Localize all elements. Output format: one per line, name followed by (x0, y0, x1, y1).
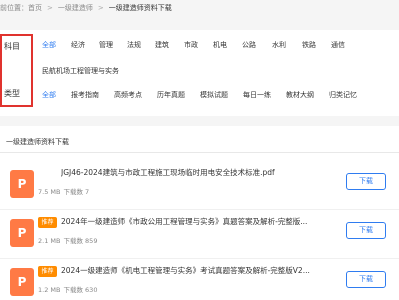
type-option-daily-practice[interactable]: 每日一练 (243, 90, 271, 100)
pdf-file-icon: P (10, 268, 34, 296)
subject-option-all[interactable]: 全部 (42, 40, 56, 50)
subject-option-construction[interactable]: 建筑 (155, 40, 169, 50)
type-option-mock-exams[interactable]: 模拟试题 (200, 90, 228, 100)
file-list-item: P 推荐 2024一级建造师《机电工程管理与实务》考试真题答案及解析-完整版V2… (0, 264, 399, 300)
download-count: 下载数 859 (63, 237, 98, 245)
breadcrumb-level1[interactable]: 一级建造师 (58, 0, 93, 17)
file-meta: 1.2 MB 下载数 630 (38, 284, 97, 294)
subject-option-law[interactable]: 法规 (127, 40, 141, 50)
item-divider (0, 209, 399, 210)
type-label: 类型 (4, 89, 20, 98)
type-option-past-exams[interactable]: 历年真题 (157, 90, 185, 100)
recommended-badge: 推荐 (38, 266, 57, 277)
file-size: 2.1 MB (38, 237, 61, 245)
breadcrumb: 前位置：首页 > 一级建造师 > 一级建造师资料下载 (0, 0, 399, 17)
subject-option-airport[interactable]: 民航机场工程管理与实务 (42, 66, 119, 76)
section-divider (0, 116, 399, 126)
pdf-file-icon: P (10, 219, 34, 247)
breadcrumb-current: 一级建造师资料下载 (108, 4, 172, 12)
file-size: 1.2 MB (38, 286, 61, 294)
section-title: 一级建造师资料下载 (6, 138, 69, 146)
breadcrumb-separator: > (47, 4, 53, 12)
file-meta: 2.1 MB 下载数 859 (38, 235, 97, 245)
pdf-file-icon: P (10, 170, 34, 198)
breadcrumb-location[interactable]: 前位置：首页 (0, 0, 42, 17)
type-option-guide[interactable]: 报考指南 (71, 90, 99, 100)
subject-label: 科目 (4, 42, 20, 51)
file-name-link[interactable]: 2024一级建造师《机电工程管理与实务》考试真题答案及解析-完整版V2... (61, 265, 331, 276)
subject-option-mechanical[interactable]: 机电 (213, 40, 227, 50)
item-divider (0, 258, 399, 259)
file-size: 7.5 MB (38, 188, 61, 196)
type-option-syllabus[interactable]: 教材大纲 (286, 90, 314, 100)
subject-option-railway[interactable]: 铁路 (302, 40, 316, 50)
file-list-item: P JGJ46-2024建筑与市政工程施工现场临时用电安全技术标准.pdf 7.… (0, 166, 399, 210)
download-button[interactable]: 下载 (346, 222, 386, 239)
subject-option-economy[interactable]: 经济 (71, 40, 85, 50)
type-option-memory[interactable]: 归类记忆 (329, 90, 357, 100)
file-meta: 7.5 MB 下载数 7 (38, 186, 89, 196)
type-option-all[interactable]: 全部 (42, 90, 56, 100)
subject-option-management[interactable]: 管理 (99, 40, 113, 50)
breadcrumb-separator: > (97, 4, 104, 12)
subject-option-highway[interactable]: 公路 (242, 40, 256, 50)
subject-option-telecom[interactable]: 通信 (331, 40, 345, 50)
download-count: 下载数 630 (63, 286, 98, 294)
subject-option-water[interactable]: 水利 (272, 40, 286, 50)
download-button[interactable]: 下载 (346, 271, 386, 288)
file-name-link[interactable]: 2024年一级建造师《市政公用工程管理与实务》真题答案及解析-完整版... (61, 216, 331, 227)
subject-option-municipal[interactable]: 市政 (184, 40, 198, 50)
file-list-item: P 推荐 2024年一级建造师《市政公用工程管理与实务》真题答案及解析-完整版.… (0, 215, 399, 259)
section-underline (0, 152, 399, 153)
type-option-key-points[interactable]: 高频考点 (114, 90, 142, 100)
download-count: 下载数 7 (63, 188, 90, 196)
file-name-link[interactable]: JGJ46-2024建筑与市政工程施工现场临时用电安全技术标准.pdf (61, 167, 331, 178)
recommended-badge: 推荐 (38, 217, 57, 228)
download-button[interactable]: 下载 (346, 173, 386, 190)
